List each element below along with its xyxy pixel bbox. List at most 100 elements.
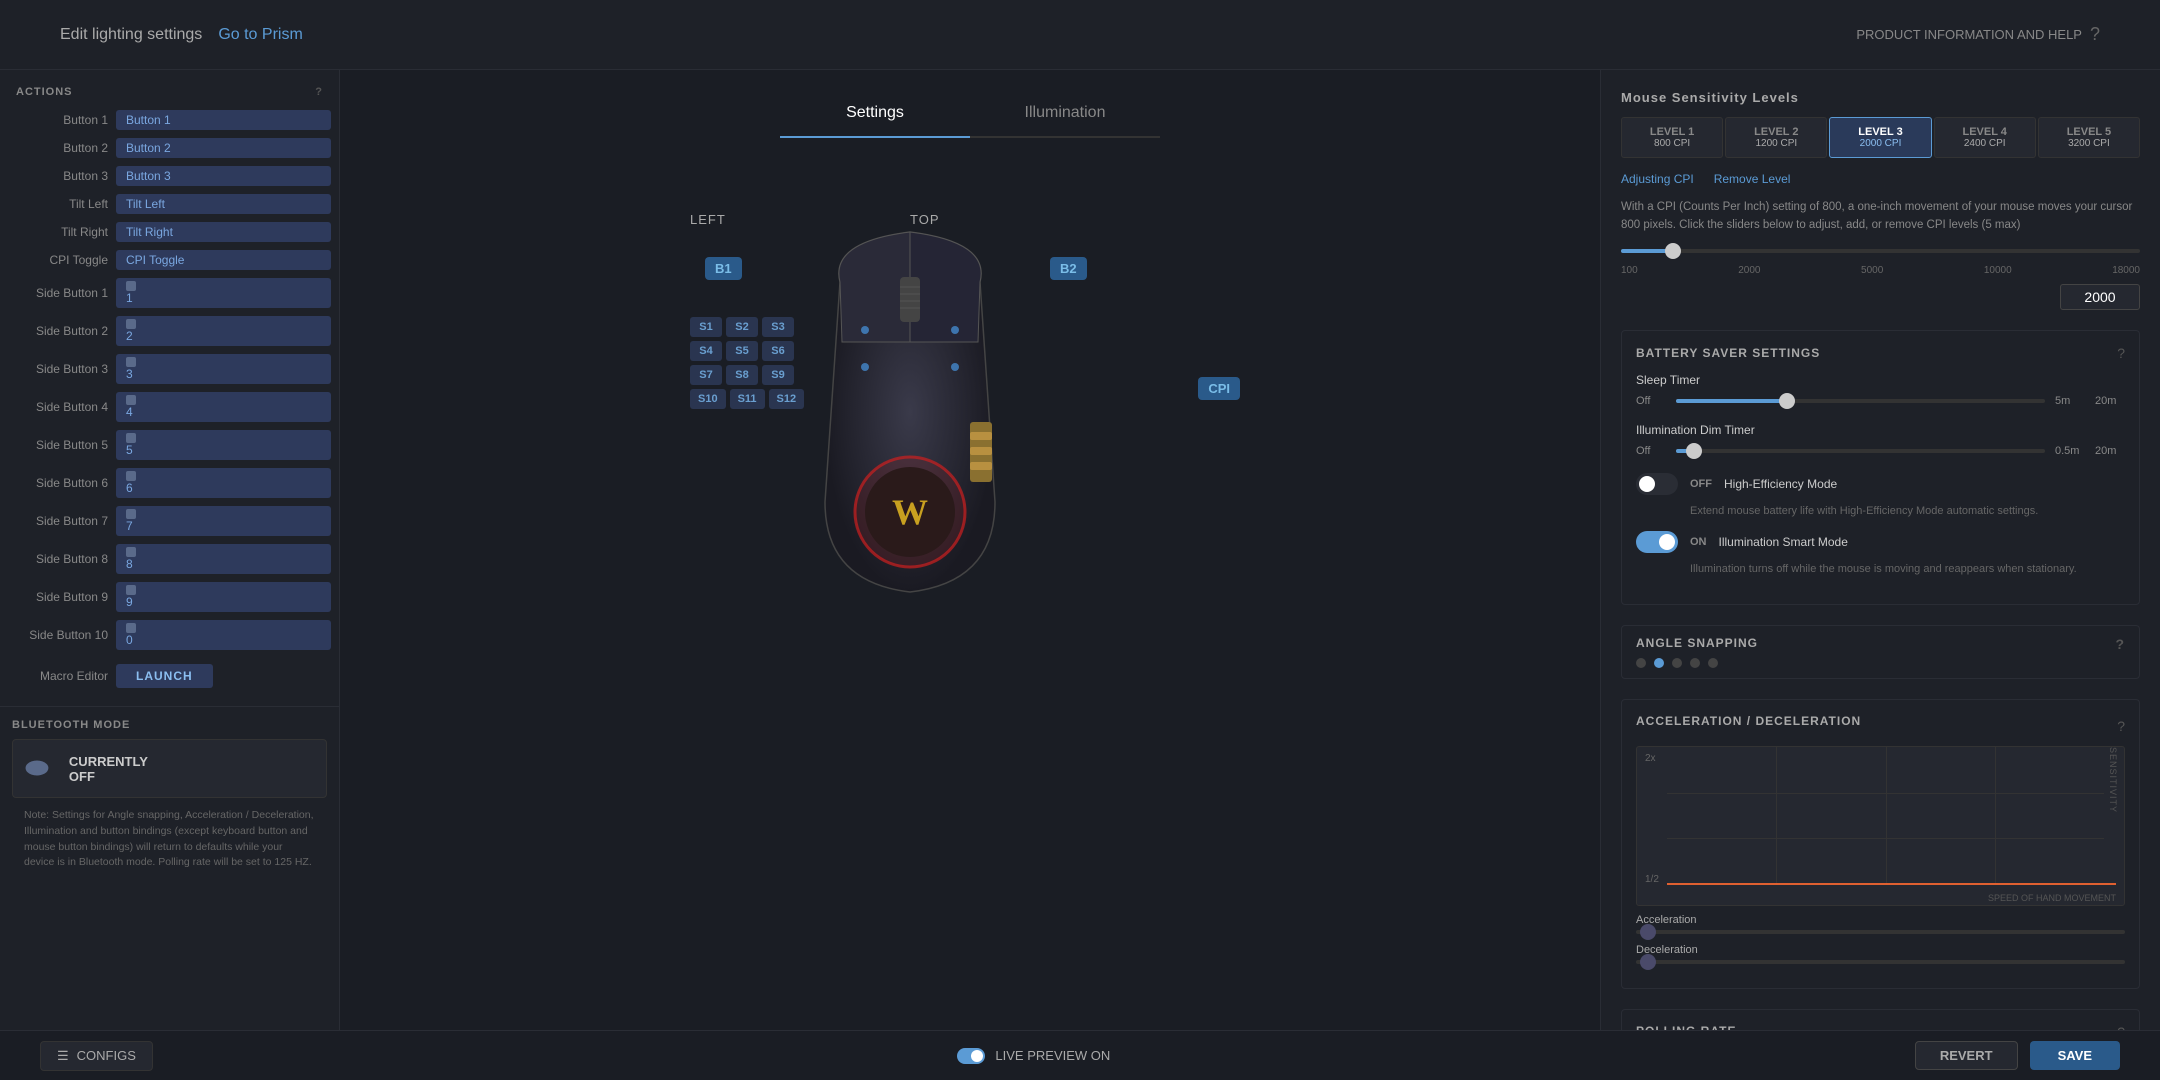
cpi-input-row (1621, 284, 2140, 310)
remove-level-btn[interactable]: Remove Level (1714, 172, 1791, 186)
revert-button[interactable]: REVERT (1915, 1041, 2018, 1070)
cpi-slider-thumb[interactable] (1665, 243, 1681, 259)
cpi-actions: Adjusting CPI Remove Level (1621, 172, 2140, 186)
action-badge-8[interactable]: 3 (116, 354, 331, 384)
accel-help-icon[interactable]: ? (2117, 718, 2125, 734)
launch-button[interactable]: LAUNCH (116, 664, 213, 688)
cpi-value-input[interactable] (2060, 284, 2140, 310)
action-badge-4[interactable]: Tilt Right (116, 222, 331, 242)
button-b1-tag[interactable]: B1 (705, 257, 742, 280)
go-to-prism-link[interactable]: Go to Prism (218, 26, 302, 44)
action-row-13: Side Button 88 (0, 540, 339, 578)
live-preview-toggle[interactable] (957, 1048, 985, 1064)
side-btn-s7[interactable]: S7 (690, 365, 722, 385)
high-efficiency-toggle[interactable] (1636, 473, 1678, 495)
accel-acceleration-slider[interactable] (1636, 930, 2125, 934)
side-row-4: S10 S11 S12 (690, 389, 804, 409)
action-badge-10[interactable]: 5 (116, 430, 331, 460)
dim-slider-track[interactable] (1676, 449, 2045, 453)
sidebar-help-icon[interactable]: ? (315, 86, 323, 98)
configs-button[interactable]: ☰ CONFIGS (40, 1041, 153, 1071)
label-left: LEFT (690, 212, 726, 227)
cpi-section: Mouse Sensitivity Levels LEVEL 1 800 CPI… (1621, 90, 2140, 310)
accel-deceleration-label: Deceleration (1636, 944, 2125, 956)
action-badge-14[interactable]: 9 (116, 582, 331, 612)
accel-acceleration-thumb[interactable] (1640, 924, 1656, 940)
sleep-timer-slider-row: Off 5m 20m (1636, 395, 2125, 407)
accel-deceleration-slider[interactable] (1636, 960, 2125, 964)
high-efficiency-status: OFF (1690, 478, 1712, 490)
side-btn-s5[interactable]: S5 (726, 341, 758, 361)
bottom-bar: ☰ CONFIGS LIVE PREVIEW ON REVERT SAVE (0, 1030, 2160, 1080)
dot-icon-9 (126, 395, 136, 405)
tab-settings[interactable]: Settings (780, 90, 970, 138)
side-btn-s4[interactable]: S4 (690, 341, 722, 361)
side-btn-s12[interactable]: S12 (769, 389, 805, 409)
action-badge-13[interactable]: 8 (116, 544, 331, 574)
side-btn-s8[interactable]: S8 (726, 365, 758, 385)
accel-deceleration-thumb[interactable] (1640, 954, 1656, 970)
side-btn-s6[interactable]: S6 (762, 341, 794, 361)
action-badge-3[interactable]: Tilt Left (116, 194, 331, 214)
action-label-8: Side Button 3 (8, 362, 108, 376)
tab-illumination[interactable]: Illumination (970, 90, 1160, 136)
action-badge-6[interactable]: 1 (116, 278, 331, 308)
angle-dot-3[interactable] (1672, 658, 1682, 668)
battery-header: BATTERY SAVER SETTINGS ? (1636, 345, 2125, 361)
action-label-10: Side Button 5 (8, 438, 108, 452)
action-row-0: Button 1Button 1 (0, 106, 339, 134)
cpi-levels: LEVEL 1 800 CPI LEVEL 2 1200 CPI LEVEL 3… (1621, 117, 2140, 158)
action-badge-9[interactable]: 4 (116, 392, 331, 422)
side-btn-s2[interactable]: S2 (726, 317, 758, 337)
side-btn-s10[interactable]: S10 (690, 389, 726, 409)
action-row-14: Side Button 99 (0, 578, 339, 616)
action-label-12: Side Button 7 (8, 514, 108, 528)
dim-slider-thumb[interactable] (1686, 443, 1702, 459)
side-row-1: S1 S2 S3 (690, 317, 804, 337)
button-cpi-tag[interactable]: CPI (1198, 377, 1240, 400)
side-btn-s3[interactable]: S3 (762, 317, 794, 337)
accel-curve-line (1667, 883, 2116, 885)
action-badge-12[interactable]: 7 (116, 506, 331, 536)
acceleration-section: ACCELERATION / DECELERATION ? 2x 1/2 SPE… (1621, 699, 2140, 989)
accel-acceleration-label: Acceleration (1636, 914, 2125, 926)
product-info-label[interactable]: PRODUCT INFORMATION AND HELP (1856, 27, 2082, 42)
dim-max-label: 20m (2095, 445, 2125, 457)
action-badge-7[interactable]: 2 (116, 316, 331, 346)
cpi-slider-track[interactable] (1621, 249, 2140, 253)
save-button[interactable]: SAVE (2030, 1041, 2120, 1070)
battery-help-icon[interactable]: ? (2117, 345, 2125, 361)
side-btn-s1[interactable]: S1 (690, 317, 722, 337)
action-badge-15[interactable]: 0 (116, 620, 331, 650)
sleep-slider-track[interactable] (1676, 399, 2045, 403)
cpi-description: With a CPI (Counts Per Inch) setting of … (1621, 198, 2140, 235)
action-row-7: Side Button 22 (0, 312, 339, 350)
help-circle-icon[interactable]: ? (2090, 24, 2100, 45)
cpi-level-5[interactable]: LEVEL 5 3200 CPI (2038, 117, 2140, 158)
cpi-level-4[interactable]: LEVEL 4 2400 CPI (1934, 117, 2036, 158)
angle-dot-4[interactable] (1690, 658, 1700, 668)
angle-dot-1[interactable] (1636, 658, 1646, 668)
button-b2-tag[interactable]: B2 (1050, 257, 1087, 280)
side-btn-s11[interactable]: S11 (730, 389, 765, 409)
action-badge-2[interactable]: Button 3 (116, 166, 331, 186)
cpi-level-2[interactable]: LEVEL 2 1200 CPI (1725, 117, 1827, 158)
side-btn-s9[interactable]: S9 (762, 365, 794, 385)
main-layout: ACTIONS ? Button 1Button 1Button 2Button… (0, 70, 2160, 1030)
action-badge-5[interactable]: CPI Toggle (116, 250, 331, 270)
action-badge-1[interactable]: Button 2 (116, 138, 331, 158)
angle-help-icon[interactable]: ? (2115, 636, 2125, 652)
smart-mode-toggle[interactable] (1636, 531, 1678, 553)
battery-title: BATTERY SAVER SETTINGS (1636, 346, 1820, 360)
cpi-level-1[interactable]: LEVEL 1 800 CPI (1621, 117, 1723, 158)
angle-dot-2[interactable] (1654, 658, 1664, 668)
side-row-3: S7 S8 S9 (690, 365, 804, 385)
action-badge-11[interactable]: 6 (116, 468, 331, 498)
sleep-slider-thumb[interactable] (1779, 393, 1795, 409)
adjusting-cpi-btn[interactable]: Adjusting CPI (1621, 172, 1694, 186)
angle-dot-5[interactable] (1708, 658, 1718, 668)
action-badge-0[interactable]: Button 1 (116, 110, 331, 130)
sleep-value-label: 5m (2055, 395, 2085, 407)
cpi-level-3[interactable]: LEVEL 3 2000 CPI (1829, 117, 1931, 158)
action-label-6: Side Button 1 (8, 286, 108, 300)
